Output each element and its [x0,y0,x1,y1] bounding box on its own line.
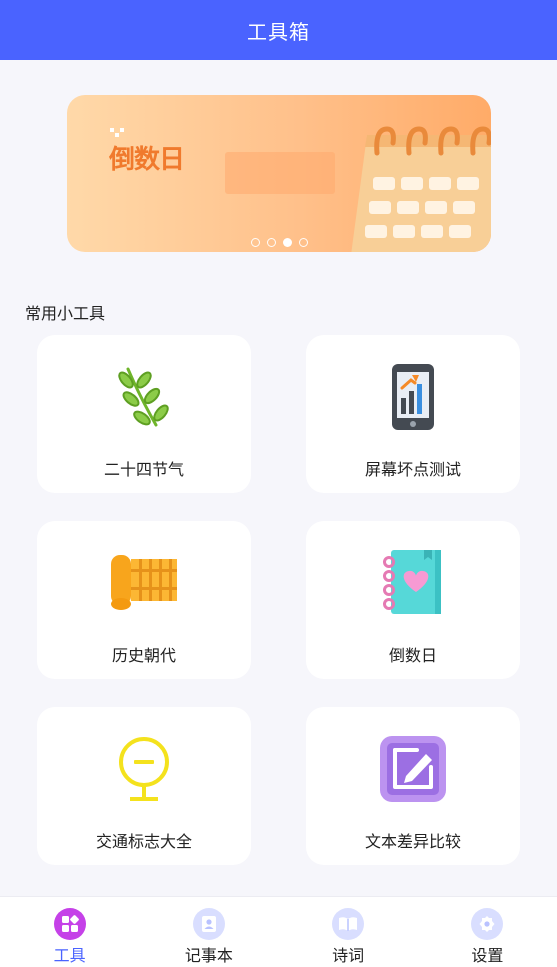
banner-carousel[interactable]: 倒数日 [67,95,491,252]
tool-card-solar-terms[interactable]: 二十四节气 [37,335,251,493]
calendar-icon [351,126,491,252]
carousel-dot[interactable] [266,238,276,247]
bottom-tab-bar: 工具 记事本 诗词 设置 [0,896,557,967]
phone-chart-icon [392,364,434,430]
section-title: 常用小工具 [25,304,106,323]
tool-card-label: 交通标志大全 [95,832,192,851]
carousel-indicator [67,238,491,252]
tab-label: 诗词 [332,946,365,965]
tool-card-label: 二十四节气 [103,460,184,479]
carousel-dot-active[interactable] [282,238,292,247]
leaf-branch-icon [118,367,169,427]
tool-card-text-diff[interactable]: 文本差异比较 [306,707,520,865]
heart-notebook-icon [383,550,441,614]
banner-logo-text: 倒数日 [109,145,185,175]
app-screen: 工具箱 倒数日 常用小工具 二十四节气 屏幕坏点测试 历史朝代 倒数日 交通标志… [0,0,557,967]
tab-tools[interactable]: 工具 [0,897,139,967]
carousel-dot[interactable] [250,238,260,247]
page-title: 工具箱 [247,19,310,44]
tab-notepad[interactable]: 记事本 [139,897,278,967]
open-book-icon [332,908,365,940]
tab-poetry[interactable]: 诗词 [279,897,418,967]
header-bar: 工具箱 [0,0,557,60]
tool-card-dynasties[interactable]: 历史朝代 [37,521,251,679]
carousel-dot[interactable] [298,238,308,247]
tool-card-label: 文本差异比较 [364,832,461,851]
tab-settings[interactable]: 设置 [418,897,557,967]
tool-card-label: 历史朝代 [111,646,176,665]
gear-icon [471,908,504,940]
tool-card-label: 倒数日 [388,646,437,665]
contact-book-icon [192,908,225,940]
tool-card-label: 屏幕坏点测试 [364,460,461,479]
banner-image-frame [225,152,335,194]
traffic-sign-icon [119,737,169,801]
grid-icon [53,908,86,940]
tool-card-screen-test[interactable]: 屏幕坏点测试 [306,335,520,493]
bamboo-scroll-icon [111,555,177,610]
logo-deco-icon [110,128,124,137]
tool-card-countdown[interactable]: 倒数日 [306,521,520,679]
tool-card-traffic-signs[interactable]: 交通标志大全 [37,707,251,865]
tab-label: 记事本 [184,946,233,965]
tab-label: 设置 [471,946,504,965]
tab-label: 工具 [53,946,86,965]
edit-note-icon [380,736,446,802]
